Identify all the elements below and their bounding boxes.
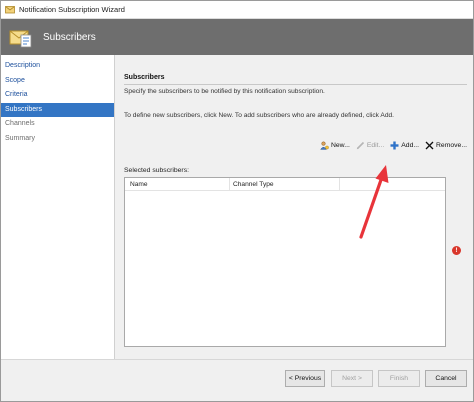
column-divider[interactable] <box>229 178 230 191</box>
list-header: Name Channel Type <box>125 178 445 191</box>
wizard-window: Notification Subscription Wizard Subscri… <box>0 0 474 402</box>
window-title: Notification Subscription Wizard <box>19 5 125 14</box>
remove-x-icon <box>425 141 434 150</box>
error-icon: ! <box>452 246 461 255</box>
new-button-label: New... <box>330 142 350 149</box>
add-button-label: Add... <box>401 142 420 149</box>
page-title: Subscribers <box>43 31 96 43</box>
subscriber-envelope-icon <box>9 26 33 48</box>
column-divider[interactable] <box>339 178 340 191</box>
remove-subscriber-button[interactable]: Remove... <box>425 141 467 150</box>
sidebar-item-subscribers[interactable]: Subscribers <box>1 102 114 117</box>
cancel-button[interactable]: Cancel <box>425 370 467 387</box>
sidebar-item-description[interactable]: Description <box>1 59 114 74</box>
title-bar: Notification Subscription Wizard <box>1 1 473 19</box>
header-band: Subscribers <box>1 19 473 55</box>
column-header-name[interactable]: Name <box>130 181 148 188</box>
wizard-footer: < Previous Next > Finish Cancel <box>1 359 473 401</box>
selected-subscribers-list[interactable]: Name Channel Type <box>124 177 446 347</box>
previous-button[interactable]: < Previous <box>285 370 325 387</box>
sidebar-item-criteria[interactable]: Criteria <box>1 88 114 103</box>
wizard-steps-sidebar: Description Scope Criteria Subscribers C… <box>1 55 115 359</box>
add-subscriber-button[interactable]: Add... <box>390 141 419 150</box>
remove-button-label: Remove... <box>436 142 467 149</box>
edit-subscriber-button[interactable]: Edit... <box>356 141 384 150</box>
finish-button[interactable]: Finish <box>378 370 420 387</box>
edit-button-label: Edit... <box>366 142 385 149</box>
content-pane: Subscribers Specify the subscribers to b… <box>116 55 473 359</box>
column-header-channel-type[interactable]: Channel Type <box>233 181 274 188</box>
section-title: Subscribers <box>124 74 165 81</box>
sidebar-item-summary[interactable]: Summary <box>1 132 114 147</box>
notification-envelope-icon <box>5 5 15 14</box>
section-divider <box>124 84 467 85</box>
new-subscriber-button[interactable]: New... <box>320 141 350 150</box>
new-user-icon <box>320 141 329 150</box>
selected-subscribers-label: Selected subscribers: <box>124 167 189 174</box>
instructions-text: To define new subscribers, click New. To… <box>124 112 394 119</box>
pencil-icon <box>356 141 365 150</box>
add-user-icon <box>390 141 399 150</box>
sidebar-item-channels[interactable]: Channels <box>1 117 114 132</box>
subscribers-toolbar: New... Edit... Add... Remove... <box>320 141 467 150</box>
section-description: Specify the subscribers to be notified b… <box>124 88 325 95</box>
sidebar-item-scope[interactable]: Scope <box>1 74 114 89</box>
next-button[interactable]: Next > <box>331 370 373 387</box>
